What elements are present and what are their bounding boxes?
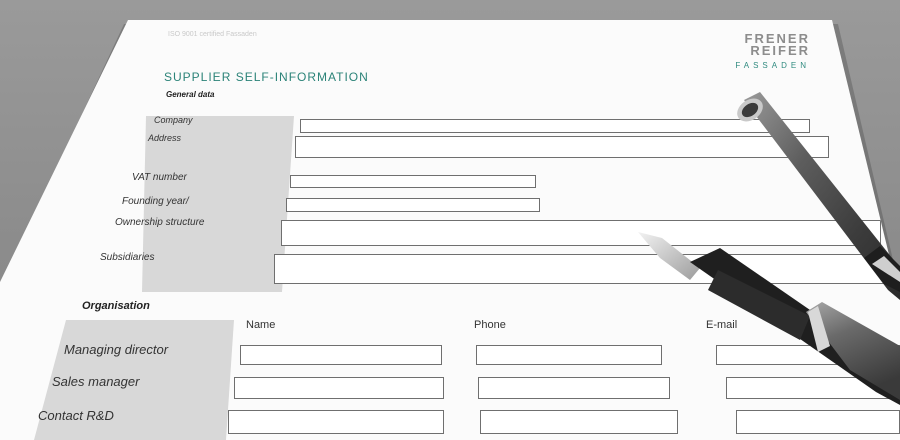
pen-cap-icon <box>638 92 900 405</box>
